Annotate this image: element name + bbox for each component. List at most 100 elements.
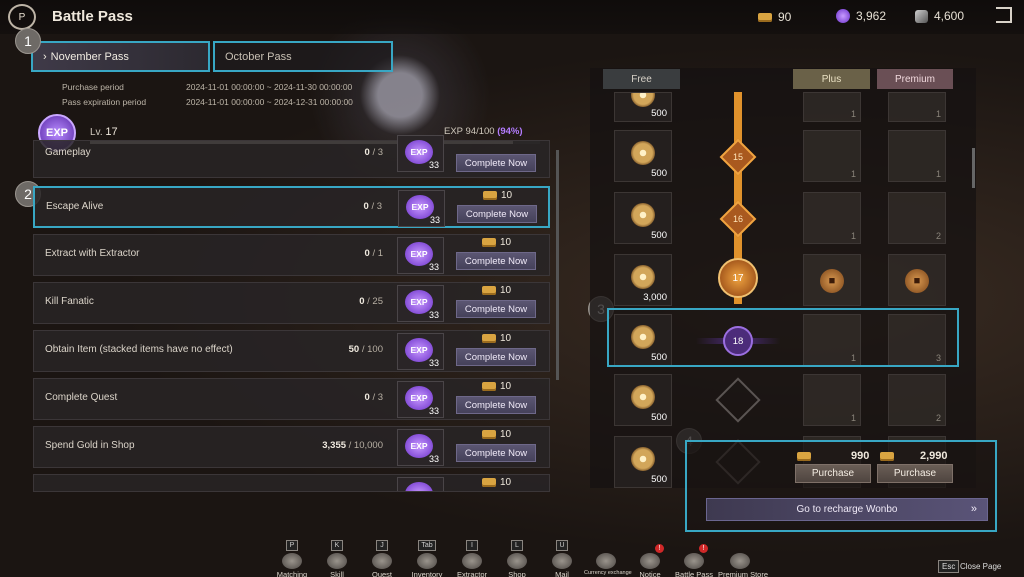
close-page-label[interactable]: Close Page: [960, 562, 1001, 571]
quest-scrollbar[interactable]: [556, 150, 559, 380]
premium-reward-cell[interactable]: ■: [888, 254, 946, 306]
quest-progress-target: / 10,000: [348, 440, 383, 451]
gold-bar-icon: [880, 451, 894, 461]
plus-reward-cell[interactable]: 1: [803, 192, 861, 244]
free-reward-cell[interactable]: 500: [614, 436, 672, 488]
nav-shop[interactable]: L Shop: [495, 534, 539, 577]
tab-october-pass[interactable]: October Pass: [213, 41, 393, 72]
complete-now-button[interactable]: Complete Now: [456, 154, 536, 172]
ore-amount: 4,600: [934, 9, 965, 23]
nav-battle-pass[interactable]: -Battle Pass!: [672, 534, 716, 577]
tab-november-pass[interactable]: › November Pass: [31, 41, 210, 72]
expiration-period: Pass expiration period 2024-11-01 00:00:0…: [62, 97, 353, 107]
nav-skill[interactable]: K Skill: [315, 534, 359, 577]
plus-reward-cell[interactable]: ■: [803, 254, 861, 306]
complete-now-button[interactable]: Complete Now: [456, 396, 536, 414]
premium-reward-cell[interactable]: 2: [888, 374, 946, 426]
nav-label: Premium Store: [718, 570, 769, 577]
quest-progress-target: / 1: [372, 248, 383, 259]
plus-reward-cell[interactable]: 1: [803, 130, 861, 182]
period-value: 2024-11-01 00:00:00 ~ 2024-11-30 00:00:0…: [186, 82, 353, 92]
purchase-plus-button[interactable]: Purchase: [795, 464, 871, 483]
coin-icon: [631, 203, 655, 227]
nav-inventory[interactable]: Tab Inventory: [405, 534, 449, 577]
gold-bar-icon: [482, 478, 496, 487]
exit-icon[interactable]: [996, 7, 1012, 23]
quest-progress-target: / 3: [371, 201, 382, 212]
free-reward-amount: 500: [651, 168, 667, 179]
nav-mail[interactable]: U Mail: [540, 534, 584, 577]
hotkey: K: [331, 540, 343, 551]
period-value: 2024-11-01 00:00:00 ~ 2024-12-31 00:00:0…: [186, 97, 353, 107]
nav-label: Skill: [330, 570, 344, 577]
reward-quantity: 1: [850, 413, 856, 423]
free-reward-amount: 500: [651, 108, 667, 119]
quest-exp-amount: 33: [428, 454, 439, 464]
free-reward-amount: 500: [651, 230, 667, 241]
gem-currency: 3,962: [836, 9, 886, 23]
free-reward-cell[interactable]: 3,000: [614, 254, 672, 306]
complete-now-button[interactable]: Complete Now: [456, 444, 536, 462]
quest-gold-reward: 10: [482, 285, 511, 296]
nav-notice[interactable]: -Notice!: [628, 534, 672, 577]
page-title: Battle Pass: [52, 8, 133, 25]
hotkey: P: [286, 540, 298, 551]
quest-row: Spend Gold in Shop 3,355 / 10,000 EXP 33 10 C…: [33, 426, 550, 468]
premium-reward-cell[interactable]: 2: [888, 192, 946, 244]
complete-now-button[interactable]: Complete Now: [457, 205, 537, 223]
purchase-period: Purchase period 2024-11-01 00:00:00 ~ 202…: [62, 82, 352, 92]
quest-progress-current: 0: [359, 296, 365, 307]
complete-now-button[interactable]: Complete Now: [456, 300, 536, 318]
quest-progress: 3,355 / 10,000: [322, 440, 383, 451]
plus-reward-cell[interactable]: 1: [803, 92, 861, 122]
premium-reward-cell[interactable]: 1: [888, 92, 946, 122]
quest-reward-amount: 10: [500, 333, 512, 344]
premium-reward-cell[interactable]: 1: [888, 130, 946, 182]
tab-label: November Pass: [50, 50, 129, 63]
nav-premium-store[interactable]: -Premium Store: [718, 534, 769, 577]
premium-price: 2,990: [880, 450, 948, 462]
quest-reward-amount: 10: [500, 381, 512, 392]
complete-now-button[interactable]: Complete Now: [456, 252, 536, 270]
nav-label: Mail: [555, 570, 569, 577]
quest-gold-reward: 10: [482, 429, 511, 440]
quest-name: Gameplay: [45, 147, 91, 158]
esc-key[interactable]: Esc: [938, 560, 960, 573]
level-value: 17: [105, 126, 118, 138]
quest-name: Spend Gold in Shop: [45, 440, 135, 451]
chevron-right-icon: ›: [43, 50, 47, 63]
recharge-wonbo-button[interactable]: Go to recharge Wonbo »: [706, 498, 988, 521]
nav-label: Notice: [639, 570, 661, 577]
level-label: Lv. 17: [90, 126, 118, 138]
free-reward-amount: 500: [651, 474, 667, 485]
nav-currency-exchange[interactable]: -Currency exchange: [584, 534, 632, 576]
plus-reward-cell[interactable]: 1: [803, 374, 861, 426]
nav-quest[interactable]: J Quest: [360, 534, 404, 577]
exp-current: 94: [465, 126, 477, 137]
quest-progress-target: / 3: [372, 147, 383, 158]
battle-pass-icon: [684, 553, 704, 569]
reward-scrollbar[interactable]: [972, 148, 975, 188]
free-reward-cell[interactable]: 500: [614, 92, 672, 122]
ore-currency: 4,600: [915, 9, 964, 23]
nav-extractor[interactable]: I Extractor: [450, 534, 494, 577]
reward-quantity: 2: [935, 413, 941, 423]
period-label: Pass expiration period: [62, 97, 147, 107]
gold-bar-icon: [483, 191, 497, 200]
recharge-label: Go to recharge Wonbo: [796, 504, 898, 515]
exp-percent: (94%): [497, 126, 523, 137]
purchase-premium-button[interactable]: Purchase: [877, 464, 953, 483]
free-reward-cell[interactable]: 500: [614, 130, 672, 182]
notice-icon: [640, 553, 660, 569]
quest-row: EXP 10: [33, 474, 550, 492]
quest-exp-reward: EXP 33: [397, 237, 444, 274]
shop-icon: [507, 553, 527, 569]
purple-gem-icon: [836, 9, 850, 23]
free-reward-cell[interactable]: 500: [614, 192, 672, 244]
free-reward-cell[interactable]: 500: [614, 374, 672, 426]
nav-matching[interactable]: P Matching: [270, 534, 314, 577]
currency-exchange-icon: [596, 553, 616, 569]
quest-gold-reward: 10: [482, 477, 511, 488]
complete-now-button[interactable]: Complete Now: [456, 348, 536, 366]
hotkey: Tab: [418, 540, 436, 551]
